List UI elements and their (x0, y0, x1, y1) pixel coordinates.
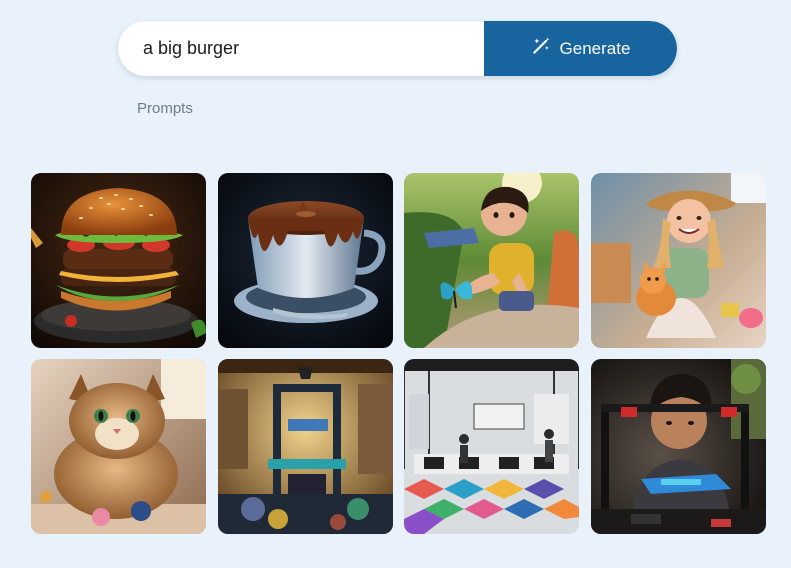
boy-printer-image (591, 359, 767, 534)
generate-button-label: Generate (559, 38, 631, 58)
prompt-input[interactable] (118, 21, 484, 76)
prompt-search-bar: Generate (118, 21, 677, 76)
3d-printer-image (217, 359, 393, 534)
gallery-image-office[interactable] (404, 359, 580, 534)
prompts-label: Prompts (137, 100, 193, 117)
gallery-image-cat[interactable] (31, 359, 206, 534)
gallery-image-girl-kitten[interactable] (591, 173, 767, 348)
office-image (404, 359, 580, 534)
cat-image (31, 359, 206, 534)
boy-butterfly-image (404, 173, 580, 348)
burger-image (31, 173, 206, 348)
gallery-image-chocolate-cup[interactable] (217, 173, 393, 348)
gallery-image-boy-butterfly[interactable] (404, 173, 580, 348)
image-gallery (31, 173, 767, 534)
gallery-image-boy-printer[interactable] (591, 359, 767, 534)
magic-wand-icon (531, 36, 551, 61)
chocolate-cup-image (217, 173, 393, 348)
generate-button[interactable]: Generate (484, 21, 677, 76)
girl-kitten-image (591, 173, 767, 348)
gallery-image-3d-printer[interactable] (217, 359, 393, 534)
gallery-image-burger[interactable] (31, 173, 206, 348)
